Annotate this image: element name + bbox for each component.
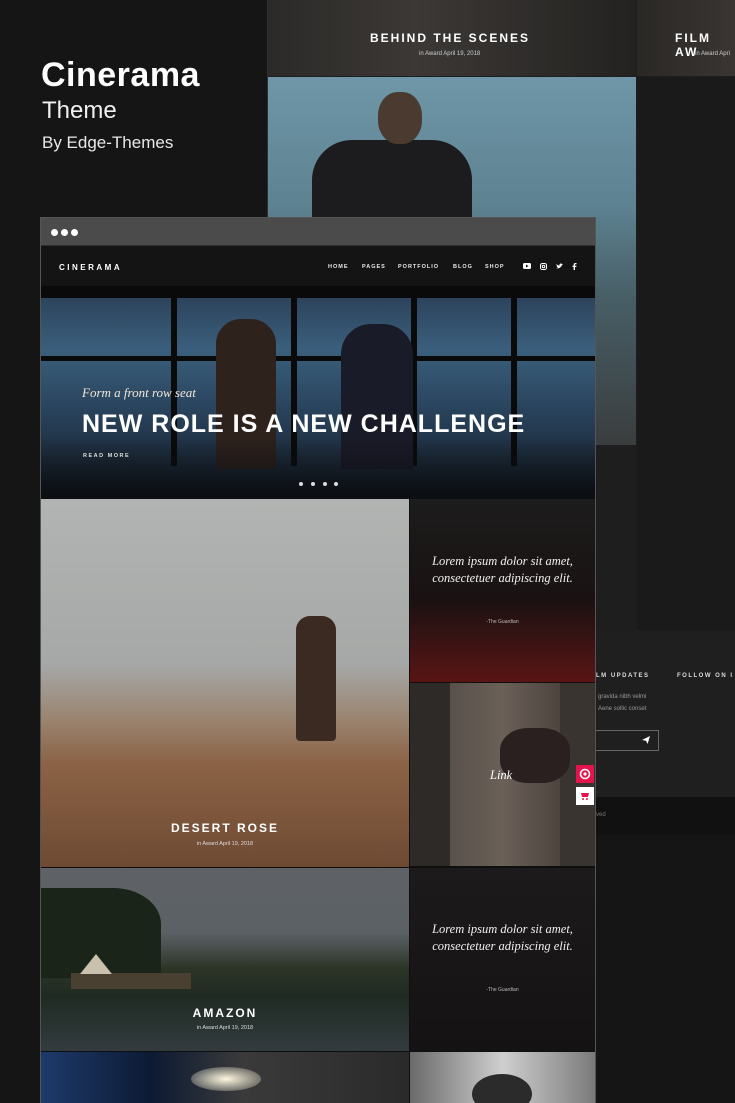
window-dot-icon[interactable] <box>51 229 58 236</box>
portfolio-tile-projector[interactable] <box>41 1052 409 1103</box>
window-dot-icon[interactable] <box>61 229 68 236</box>
bg-footer <box>594 630 735 797</box>
browser-chrome <box>41 218 595 246</box>
floating-cart-button[interactable] <box>576 787 594 805</box>
newsletter-input[interactable] <box>594 730 659 751</box>
tile-meta: in Award April 19, 2018 <box>196 1025 254 1031</box>
quote-text: Lorem ipsum dolor sit amet, consectetuer… <box>432 922 573 953</box>
link-label[interactable]: Link <box>490 767 512 784</box>
window-dot-icon[interactable] <box>71 229 78 236</box>
slider-dot[interactable] <box>299 482 303 486</box>
tile-title: DESERT ROSE <box>170 821 279 835</box>
bg-tile-meta-2: in Award Apri <box>695 51 730 57</box>
twitter-icon[interactable] <box>556 263 563 270</box>
footer-text: gravida nibh velmi <box>598 694 647 700</box>
target-icon <box>579 768 591 780</box>
cart-icon <box>581 793 589 800</box>
bg-tile-meta: in Award April 19, 2018 <box>419 51 481 57</box>
portfolio-tile-amazon[interactable]: AMAZON in Award April 19, 2018 <box>41 868 409 1051</box>
footer-text-2: Aene sollic conset <box>598 706 647 712</box>
nav-pages[interactable]: PAGES <box>362 264 386 270</box>
bg-man-head <box>378 92 422 144</box>
tile-title: AMAZON <box>192 1006 258 1020</box>
quote-source: -The Guardian <box>486 987 519 993</box>
quote-tile-2[interactable]: Lorem ipsum dolor sit amet, consectetuer… <box>410 868 595 1051</box>
portfolio-tile-desert-rose[interactable]: DESERT ROSE in Award April 19, 2018 <box>41 499 409 867</box>
quote-tile[interactable]: Lorem ipsum dolor sit amet, consectetuer… <box>410 499 595 682</box>
bg-tile-title: BEHIND THE SCENES <box>370 31 531 45</box>
footer-follow-title: FOLLOW ON I <box>677 673 734 679</box>
brand-title: Cinerama <box>41 56 200 94</box>
hero-read-more-link[interactable]: READ MORE <box>83 453 130 459</box>
floating-settings-button[interactable] <box>576 765 594 783</box>
site-logo[interactable]: CINERAMA <box>59 263 122 272</box>
nav-shop[interactable]: SHOP <box>485 264 505 270</box>
site-header <box>41 246 595 286</box>
nav-portfolio[interactable]: PORTFOLIO <box>398 264 439 270</box>
hero-eyebrow: Form a front row seat <box>82 385 196 400</box>
brand-subtitle: Theme <box>42 97 117 124</box>
quote-source: -The Guardian <box>486 619 519 625</box>
instagram-icon[interactable] <box>540 263 547 270</box>
youtube-icon[interactable] <box>523 263 531 270</box>
quote-text: Lorem ipsum dolor sit amet, consectetuer… <box>432 554 573 585</box>
nav-blog[interactable]: BLOG <box>453 264 473 270</box>
slider-dot[interactable] <box>323 482 327 486</box>
slider-dot[interactable] <box>334 482 338 486</box>
footer-copyright: ved <box>596 812 606 818</box>
nav-home[interactable]: HOME <box>328 264 349 270</box>
brand-author: By Edge-Themes <box>42 133 174 152</box>
bg-footer-bottom <box>594 797 735 835</box>
tile-meta: in Award April 19, 2018 <box>196 841 254 847</box>
send-icon[interactable] <box>642 736 650 744</box>
portfolio-tile-portrait[interactable] <box>410 1052 595 1103</box>
slider-dot[interactable] <box>311 482 315 486</box>
portfolio-tile-link[interactable]: Link <box>410 683 595 866</box>
footer-updates-title: LM UPDATES <box>596 673 650 679</box>
browser-window: CINERAMA HOME PAGES PORTFOLIO BLOG SHOP … <box>40 217 596 1103</box>
hero-title: NEW ROLE IS A NEW CHALLENGE <box>82 410 526 438</box>
bg-dark-panel <box>637 77 735 630</box>
facebook-icon[interactable] <box>572 263 577 270</box>
